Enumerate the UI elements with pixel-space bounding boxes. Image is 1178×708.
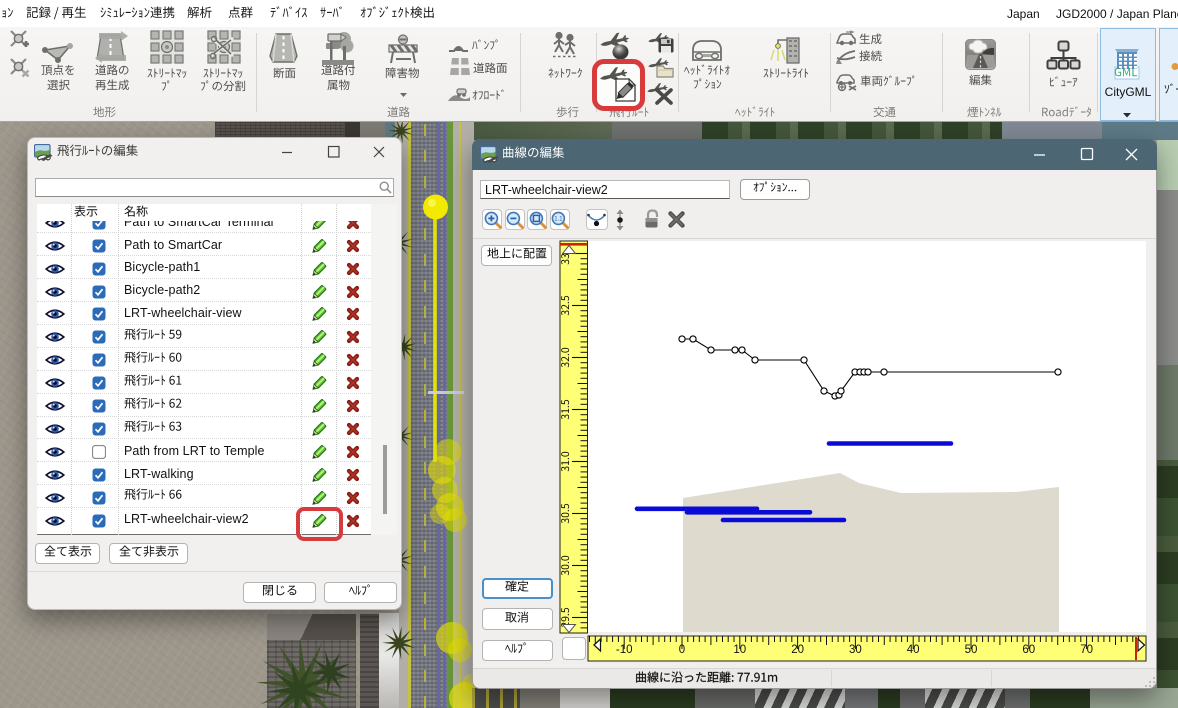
svg-text:1.1: 1.1 xyxy=(554,216,563,222)
